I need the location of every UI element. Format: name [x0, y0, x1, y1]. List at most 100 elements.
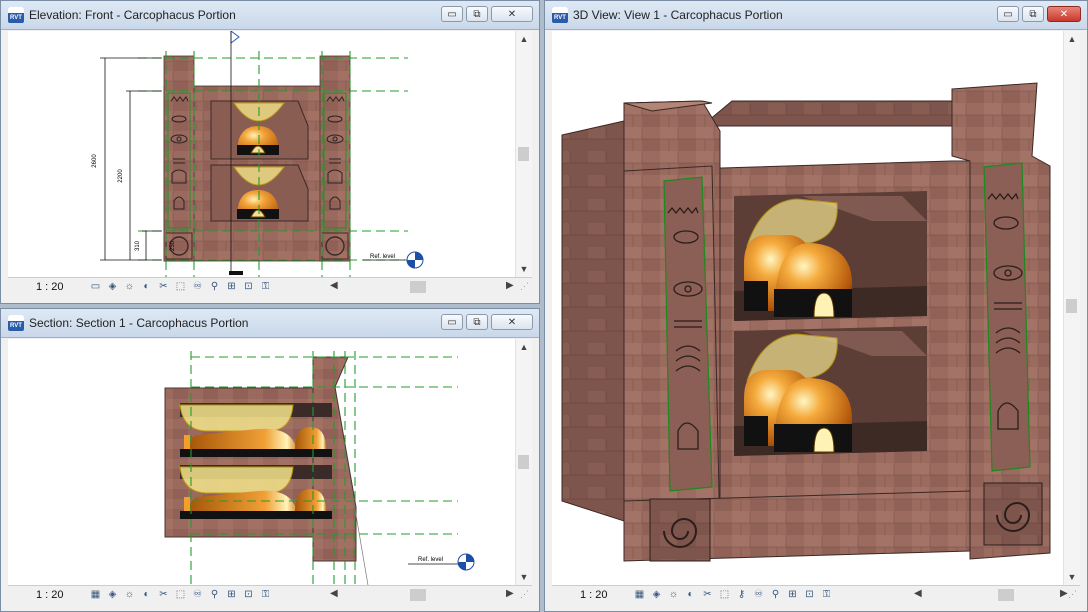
- scroll-down-arrow-icon[interactable]: ▼: [516, 569, 532, 585]
- section-window: RVT Section: Section 1 - Carcophacus Por…: [0, 308, 540, 612]
- section-title-bar[interactable]: RVT Section: Section 1 - Carcophacus Por…: [1, 309, 539, 338]
- restore-button[interactable]: ⧉: [1022, 6, 1044, 22]
- highlight-displacement-icon[interactable]: ⚿: [819, 588, 834, 602]
- base-block-left: [649, 498, 711, 562]
- view3d-window-title: 3D View: View 1 - Carcophacus Portion: [573, 8, 783, 22]
- level-target-icon: [457, 553, 475, 571]
- unlock-3d-icon[interactable]: ⚷: [734, 588, 749, 602]
- horizontal-scroll-thumb[interactable]: [998, 589, 1014, 601]
- visual-style-icon[interactable]: ◈: [649, 588, 664, 602]
- section-drawing: Ref. level: [164, 351, 475, 585]
- section-view-control-bar: 1 : 20 ▦ ◈ ☼ ◐ ✂ ⬚ ♾ ⚲ ⊞ ⊡ ⚿ ◀ ▶ ⋰: [8, 585, 532, 605]
- dimension-body-height: 2200: [118, 169, 124, 183]
- show-crop-icon[interactable]: ⬚: [173, 588, 188, 602]
- revit-file-icon: RVT: [8, 7, 24, 23]
- view3d-view-control-bar: 1 : 20 ▦ ◈ ☼ ◐ ✂ ⬚ ⚷ ♾ ⚲ ⊞ ⊡ ⚿ ◀ ▶ ⋰: [552, 585, 1080, 605]
- scroll-thumb[interactable]: [518, 147, 529, 161]
- section-vertical-scrollbar[interactable]: ▲ ▼: [515, 339, 532, 585]
- highlight-displacement-icon[interactable]: ⚿: [258, 280, 273, 294]
- reveal-hidden-icon[interactable]: ⚲: [768, 588, 783, 602]
- elevation-title-bar[interactable]: RVT Elevation: Front - Carcophacus Porti…: [1, 1, 539, 30]
- level-target-icon: [406, 251, 424, 269]
- sun-path-icon[interactable]: ☼: [122, 588, 137, 602]
- horizontal-scroll-thumb[interactable]: [410, 589, 426, 601]
- section-level-label: Ref. level: [418, 557, 443, 563]
- detail-level-icon[interactable]: ▦: [88, 588, 103, 602]
- resize-grip-icon[interactable]: ⋰: [520, 281, 529, 292]
- shadows-icon[interactable]: ◐: [139, 588, 154, 602]
- revit-file-icon: RVT: [552, 7, 568, 23]
- elevation-window-title: Elevation: Front - Carcophacus Portion: [29, 8, 236, 22]
- minimize-button[interactable]: ▭: [997, 6, 1019, 22]
- view3d-title-bar[interactable]: RVT 3D View: View 1 - Carcophacus Portio…: [545, 1, 1087, 30]
- scroll-left-arrow-icon[interactable]: ◀: [914, 588, 922, 599]
- scroll-left-arrow-icon[interactable]: ◀: [330, 280, 338, 291]
- temporary-hide-icon[interactable]: ♾: [190, 588, 205, 602]
- reveal-hidden-icon[interactable]: ⚲: [207, 588, 222, 602]
- show-crop-icon[interactable]: ⬚: [173, 280, 188, 294]
- elevation-vertical-scrollbar[interactable]: ▲ ▼: [515, 31, 532, 277]
- elevation-drawing-area[interactable]: 2600 2200 310 250 Ref. level ▲ ▼: [8, 31, 532, 277]
- close-button[interactable]: ✕: [491, 6, 533, 22]
- view3d-vertical-scrollbar[interactable]: ▲ ▼: [1063, 31, 1080, 585]
- detail-level-icon[interactable]: ▦: [632, 588, 647, 602]
- restore-button[interactable]: ⧉: [466, 6, 488, 22]
- elevation-window: RVT Elevation: Front - Carcophacus Porti…: [0, 0, 540, 304]
- scroll-left-arrow-icon[interactable]: ◀: [330, 588, 338, 599]
- elevation-drawing: 2600 2200 310 250 Ref. level: [92, 31, 424, 277]
- crop-view-icon[interactable]: ✂: [156, 588, 171, 602]
- view3d-render: [561, 82, 1051, 562]
- view3d-window: RVT 3D View: View 1 - Carcophacus Portio…: [544, 0, 1088, 612]
- section-window-title: Section: Section 1 - Carcophacus Portion: [29, 316, 249, 330]
- dimension-overall-height: 2600: [92, 154, 98, 168]
- close-button[interactable]: ✕: [1047, 6, 1081, 22]
- temporary-hide-icon[interactable]: ♾: [751, 588, 766, 602]
- scroll-thumb[interactable]: [1066, 299, 1077, 313]
- highlight-displacement-icon[interactable]: ⚿: [258, 588, 273, 602]
- elevation-level-label: Ref. level: [370, 254, 395, 260]
- dimension-base-height: 310: [135, 240, 141, 251]
- temporary-view-icon[interactable]: ⊞: [785, 588, 800, 602]
- temporary-view-icon[interactable]: ⊞: [224, 280, 239, 294]
- horizontal-scroll-thumb[interactable]: [410, 281, 426, 293]
- revit-file-icon: RVT: [8, 315, 24, 331]
- scroll-thumb[interactable]: [518, 455, 529, 469]
- visual-style-icon[interactable]: ◈: [105, 280, 120, 294]
- scroll-right-arrow-icon[interactable]: ▶: [506, 280, 514, 291]
- view-scale[interactable]: 1 : 20: [36, 589, 64, 601]
- analysis-display-icon[interactable]: ⊡: [241, 588, 256, 602]
- temporary-hide-icon[interactable]: ♾: [190, 280, 205, 294]
- dimension-small: 250: [170, 240, 176, 251]
- analysis-display-icon[interactable]: ⊡: [241, 280, 256, 294]
- reveal-hidden-icon[interactable]: ⚲: [207, 280, 222, 294]
- view-scale[interactable]: 1 : 20: [36, 281, 64, 293]
- analysis-display-icon[interactable]: ⊡: [802, 588, 817, 602]
- restore-button[interactable]: ⧉: [466, 314, 488, 330]
- sun-path-icon[interactable]: ☼: [666, 588, 681, 602]
- resize-grip-icon[interactable]: ⋰: [520, 589, 529, 600]
- scroll-up-arrow-icon[interactable]: ▲: [516, 339, 532, 355]
- minimize-button[interactable]: ▭: [441, 314, 463, 330]
- show-crop-icon[interactable]: ⬚: [717, 588, 732, 602]
- scroll-up-arrow-icon[interactable]: ▲: [516, 31, 532, 47]
- scroll-up-arrow-icon[interactable]: ▲: [1064, 31, 1080, 47]
- crop-view-icon[interactable]: ✂: [700, 588, 715, 602]
- temporary-view-icon[interactable]: ⊞: [224, 588, 239, 602]
- section-drawing-area[interactable]: Ref. level ▲ ▼: [8, 339, 532, 585]
- view-scale[interactable]: 1 : 20: [580, 589, 608, 601]
- minimize-button[interactable]: ▭: [441, 6, 463, 22]
- sun-path-icon[interactable]: ☼: [122, 280, 137, 294]
- crop-view-icon[interactable]: ✂: [156, 280, 171, 294]
- shadows-icon[interactable]: ◐: [683, 588, 698, 602]
- scroll-right-arrow-icon[interactable]: ▶: [506, 588, 514, 599]
- scroll-down-arrow-icon[interactable]: ▼: [1064, 569, 1080, 585]
- close-button[interactable]: ✕: [491, 314, 533, 330]
- view3d-drawing-area[interactable]: ▲ ▼: [552, 31, 1080, 585]
- shadows-icon[interactable]: ◐: [139, 280, 154, 294]
- scroll-down-arrow-icon[interactable]: ▼: [516, 261, 532, 277]
- visual-style-icon[interactable]: ◈: [105, 588, 120, 602]
- detail-level-icon[interactable]: ▭: [88, 280, 103, 294]
- scroll-right-arrow-icon[interactable]: ▶: [1060, 588, 1068, 599]
- base-block-right: [983, 482, 1043, 546]
- resize-grip-icon[interactable]: ⋰: [1068, 589, 1077, 600]
